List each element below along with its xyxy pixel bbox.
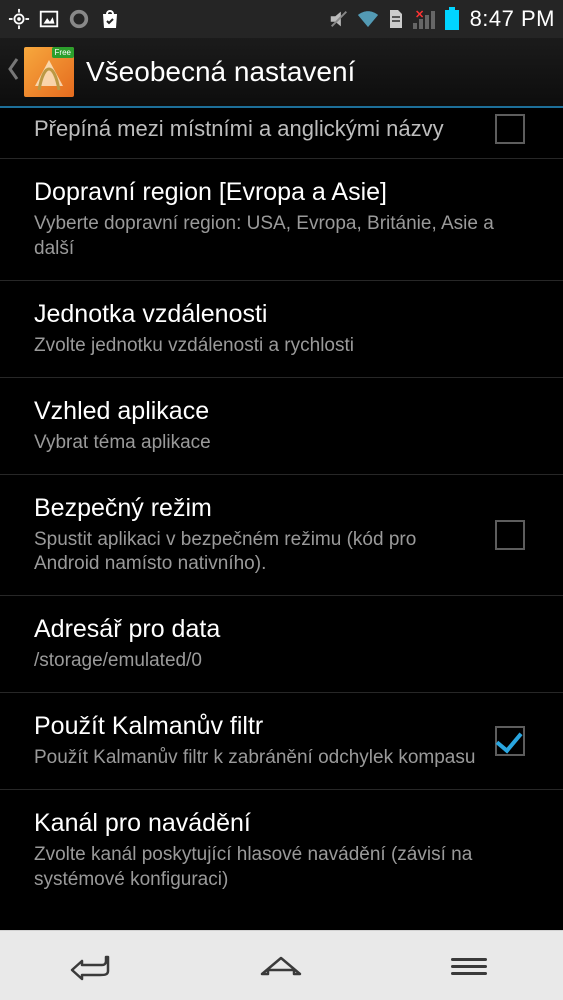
signal-icon: ✕ [412,8,438,30]
setting-subtitle: Zvolte jednotku vzdálenosti a rychlosti [34,334,529,359]
shop-icon [98,7,122,31]
setting-title: Vzhled aplikace [34,396,529,427]
picture-icon [38,8,60,30]
page-title: Všeobecná nastavení [86,56,355,88]
gps-icon [8,8,30,30]
setting-title: Jednotka vzdálenosti [34,299,529,330]
sim-icon [386,8,406,30]
free-badge: Free [52,47,74,58]
nav-bar [0,930,563,1000]
checkbox-checked[interactable] [495,726,525,756]
setting-title: Adresář pro data [34,614,529,645]
setting-subtitle: Spustit aplikaci v bezpečném režimu (kód… [34,528,481,577]
wifi-icon [356,9,380,29]
mute-icon [328,8,350,30]
nav-menu-button[interactable] [439,948,499,984]
battery-icon [444,7,460,31]
nav-back-button[interactable] [64,948,124,984]
setting-safe-mode[interactable]: Bezpečný režim Spustit aplikaci v bezpeč… [0,475,563,597]
setting-title: Přepíná mezi místními a anglickými názvy [34,115,481,143]
setting-kalman-filter[interactable]: Použít Kalmanův filtr Použít Kalmanův fi… [0,693,563,790]
setting-voice-channel[interactable]: Kanál pro navádění Zvolte kanál poskytuj… [0,790,563,911]
setting-local-english-names[interactable]: Přepíná mezi místními a anglickými názvy [0,108,563,159]
checkbox-unchecked[interactable] [495,114,525,144]
setting-subtitle: Vybrat téma aplikace [34,431,529,456]
setting-title: Dopravní region [Evropa a Asie] [34,177,529,208]
setting-subtitle: Použít Kalmanův filtr k zabránění odchyl… [34,746,481,771]
status-bar: ✕ 8:47 PM [0,0,563,38]
setting-data-dir[interactable]: Adresář pro data /storage/emulated/0 [0,596,563,693]
setting-distance-unit[interactable]: Jednotka vzdálenosti Zvolte jednotku vzd… [0,281,563,378]
nav-home-button[interactable] [251,948,311,984]
setting-traffic-region[interactable]: Dopravní region [Evropa a Asie] Vyberte … [0,159,563,281]
app-header: Free Všeobecná nastavení [0,38,563,108]
svg-text:✕: ✕ [415,9,424,21]
settings-list: Přepíná mezi místními a anglickými názvy… [0,108,563,930]
setting-subtitle: /storage/emulated/0 [34,649,529,674]
circle-icon [68,8,90,30]
setting-title: Kanál pro navádění [34,808,529,839]
setting-subtitle: Vyberte dopravní region: USA, Evropa, Br… [34,212,529,261]
app-icon[interactable]: Free [24,47,74,97]
setting-title: Bezpečný režim [34,493,481,524]
setting-subtitle: Zvolte kanál poskytující hlasové naváděn… [34,843,529,892]
checkbox-unchecked[interactable] [495,520,525,550]
back-icon[interactable] [6,55,20,90]
setting-app-theme[interactable]: Vzhled aplikace Vybrat téma aplikace [0,378,563,475]
setting-title: Použít Kalmanův filtr [34,711,481,742]
clock-text: 8:47 PM [470,6,555,32]
